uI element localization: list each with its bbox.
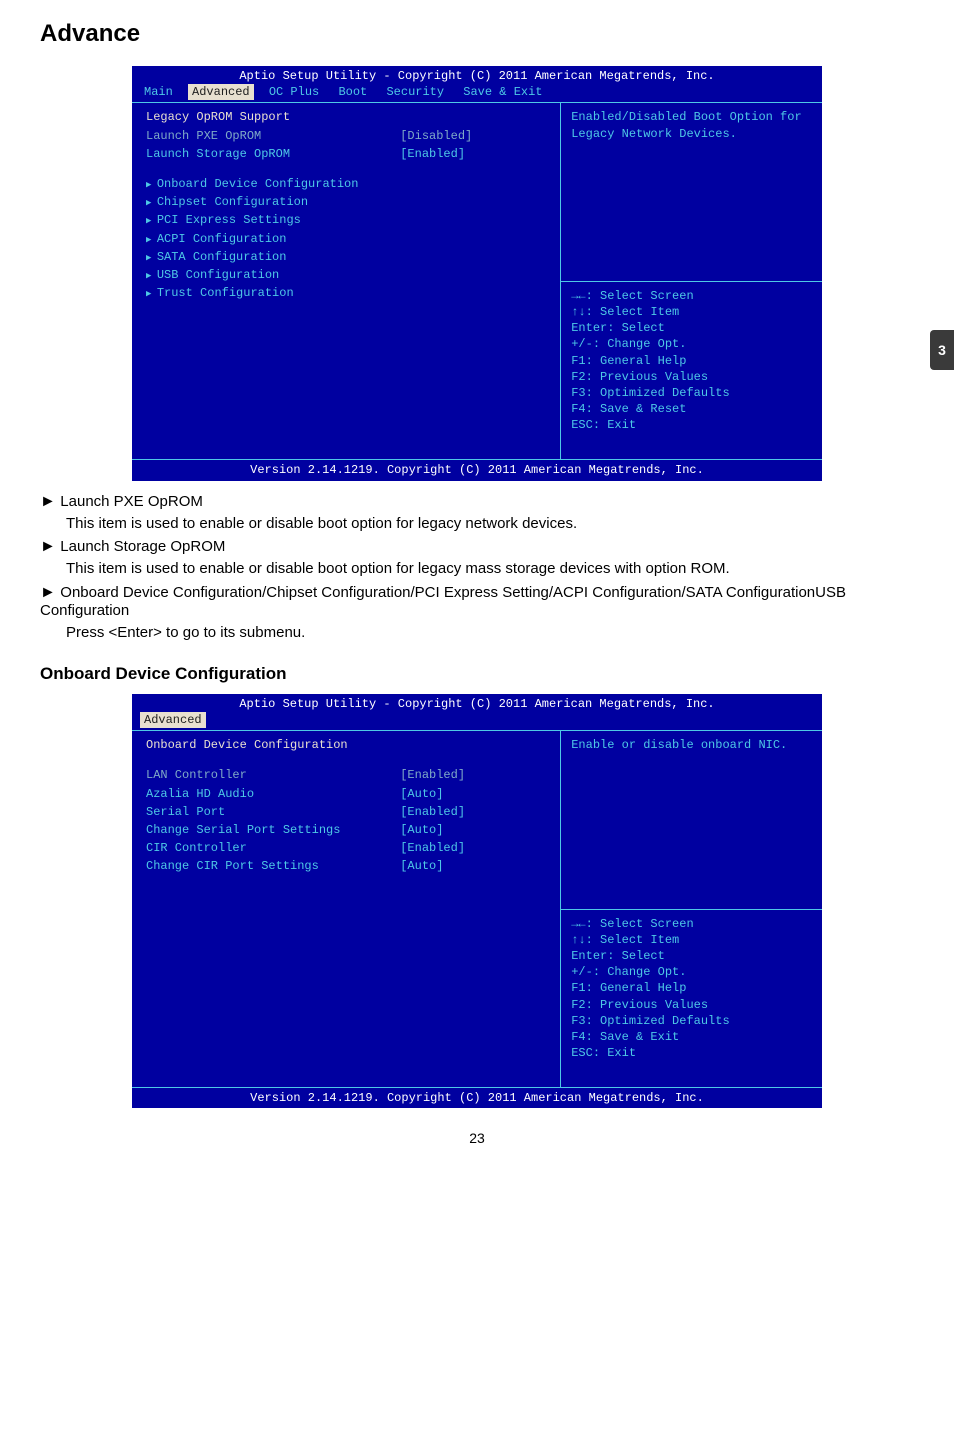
bios-opt-label: Change CIR Port Settings (146, 858, 400, 874)
doc-item-pxe: ► Launch PXE OpROM This item is used to … (40, 493, 914, 535)
bios-opt-cir-settings[interactable]: Change CIR Port Settings [Auto] (146, 858, 550, 874)
bios-opt-label: Change Serial Port Settings (146, 822, 400, 838)
triangle-icon: ► (40, 538, 56, 555)
doc-item-body: This item is used to enable or disable b… (66, 558, 914, 580)
bios-opt-value: [Auto] (400, 822, 550, 838)
bios-right-pane: Enable or disable onboard NIC. →←: Selec… (561, 731, 822, 1087)
bios-opt-label: Launch Storage OpROM (146, 146, 400, 162)
bios-opt-azalia[interactable]: Azalia HD Audio [Auto] (146, 786, 550, 802)
bios-tab-security[interactable]: Security (382, 84, 448, 100)
bios-screenshot-advance: Aptio Setup Utility - Copyright (C) 2011… (132, 66, 822, 481)
bios-opt-launch-pxe[interactable]: Launch PXE OpROM [Disabled] (146, 128, 550, 144)
bios-sub-chipset[interactable]: Chipset Configuration (146, 194, 550, 210)
bios-body: Onboard Device Configuration LAN Control… (132, 730, 822, 1088)
bios-opt-serial[interactable]: Serial Port [Enabled] (146, 804, 550, 820)
chapter-side-tab: 3 (930, 330, 954, 370)
triangle-icon: ► (40, 493, 56, 510)
bios-help-text: Enable or disable onboard NIC. (561, 731, 822, 909)
bios-tab-advanced[interactable]: Advanced (140, 712, 206, 728)
doc-item-body: Press <Enter> to go to its submenu. (66, 622, 914, 644)
subsection-title-onboard: Onboard Device Configuration (40, 664, 914, 684)
bios-opt-value: [Auto] (400, 786, 550, 802)
bios-opt-launch-storage[interactable]: Launch Storage OpROM [Enabled] (146, 146, 550, 162)
bios-sub-trust[interactable]: Trust Configuration (146, 285, 550, 301)
doc-item-heading: Launch PXE OpROM (60, 493, 203, 510)
doc-item-list: ► Launch PXE OpROM This item is used to … (40, 493, 914, 644)
bios-tab-main[interactable]: Main (140, 84, 177, 100)
bios-opt-label: Serial Port (146, 804, 400, 820)
bios-left-pane: Legacy OpROM Support Launch PXE OpROM [D… (132, 103, 561, 459)
bios-sub-onboard[interactable]: Onboard Device Configuration (146, 176, 550, 192)
page-number: 23 (40, 1130, 914, 1146)
bios-help-text: Enabled/Disabled Boot Option for Legacy … (561, 103, 822, 281)
bios-opt-cir[interactable]: CIR Controller [Enabled] (146, 840, 550, 856)
page-title: Advance (40, 20, 914, 48)
bios-opt-label: CIR Controller (146, 840, 400, 856)
bios-opt-lan[interactable]: LAN Controller [Enabled] (146, 767, 550, 783)
bios-sub-sata[interactable]: SATA Configuration (146, 249, 550, 265)
bios-bottom-line: Version 2.14.1219. Copyright (C) 2011 Am… (132, 1088, 822, 1108)
bios-body: Legacy OpROM Support Launch PXE OpROM [D… (132, 102, 822, 460)
bios-sub-pci[interactable]: PCI Express Settings (146, 212, 550, 228)
doc-item-submenus: ► Onboard Device Configuration/Chipset C… (40, 584, 914, 644)
bios-opt-label: Launch PXE OpROM (146, 128, 400, 144)
bios-tab-bar: Main Advanced OC Plus Boot Security Save… (132, 84, 822, 102)
bios-heading-legacy-oprom: Legacy OpROM Support (146, 109, 550, 125)
bios-opt-value: [Enabled] (400, 146, 550, 162)
bios-key-legend: →←: Select Screen ↑↓: Select Item Enter:… (561, 909, 822, 1088)
bios-tab-boot[interactable]: Boot (334, 84, 371, 100)
doc-item-storage: ► Launch Storage OpROM This item is used… (40, 538, 914, 580)
bios-right-pane: Enabled/Disabled Boot Option for Legacy … (561, 103, 822, 459)
bios-top-line: Aptio Setup Utility - Copyright (C) 2011… (132, 66, 822, 84)
bios-opt-serial-settings[interactable]: Change Serial Port Settings [Auto] (146, 822, 550, 838)
bios-opt-value: [Disabled] (400, 128, 550, 144)
doc-item-body: This item is used to enable or disable b… (66, 513, 914, 535)
bios-heading-onboard: Onboard Device Configuration (146, 737, 550, 753)
bios-opt-value: [Enabled] (400, 767, 550, 783)
bios-opt-value: [Enabled] (400, 804, 550, 820)
bios-opt-label: LAN Controller (146, 767, 400, 783)
bios-opt-value: [Auto] (400, 858, 550, 874)
triangle-icon: ► (40, 584, 56, 601)
bios-sub-acpi[interactable]: ACPI Configuration (146, 231, 550, 247)
bios-tab-ocplus[interactable]: OC Plus (265, 84, 323, 100)
bios-screenshot-onboard: Aptio Setup Utility - Copyright (C) 2011… (132, 694, 822, 1109)
bios-sub-usb[interactable]: USB Configuration (146, 267, 550, 283)
bios-top-line: Aptio Setup Utility - Copyright (C) 2011… (132, 694, 822, 712)
bios-key-legend: →←: Select Screen ↑↓: Select Item Enter:… (561, 281, 822, 460)
bios-tab-saveexit[interactable]: Save & Exit (459, 84, 546, 100)
bios-tab-bar: Advanced (132, 712, 822, 730)
bios-tab-advanced[interactable]: Advanced (188, 84, 254, 100)
doc-item-heading: Launch Storage OpROM (60, 538, 225, 555)
bios-bottom-line: Version 2.14.1219. Copyright (C) 2011 Am… (132, 460, 822, 480)
bios-opt-label: Azalia HD Audio (146, 786, 400, 802)
bios-opt-value: [Enabled] (400, 840, 550, 856)
bios-left-pane: Onboard Device Configuration LAN Control… (132, 731, 561, 1087)
doc-item-heading: Onboard Device Configuration/Chipset Con… (40, 584, 846, 619)
